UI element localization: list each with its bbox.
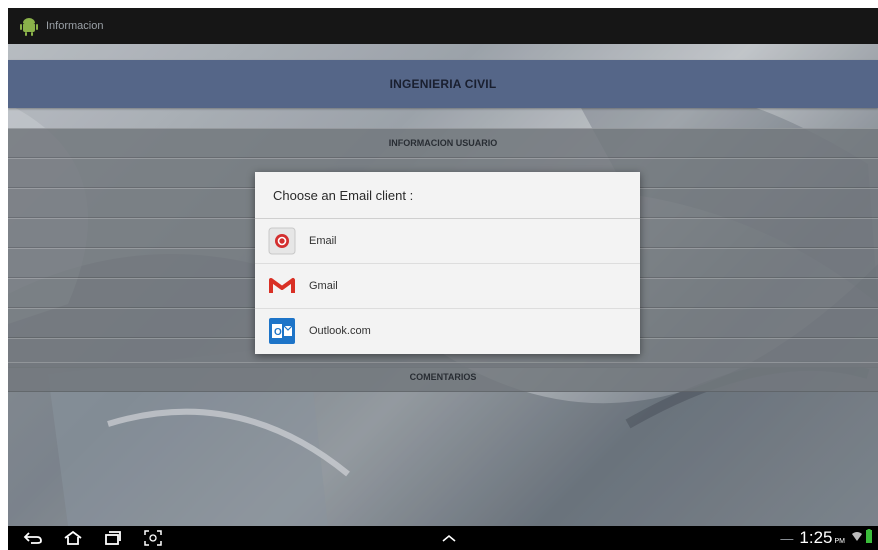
screenshot-icon[interactable] bbox=[138, 526, 168, 550]
system-navigation-bar: — 1:25 PM bbox=[8, 526, 878, 550]
android-icon[interactable] bbox=[18, 15, 40, 37]
svg-text:O: O bbox=[274, 327, 282, 338]
outlook-icon: O bbox=[267, 316, 297, 346]
option-label: Outlook.com bbox=[309, 325, 371, 337]
back-icon[interactable] bbox=[18, 526, 48, 550]
app-title: Informacion bbox=[46, 20, 104, 32]
email-client-chooser-dialog: Choose an Email client : Email Gmail O O… bbox=[255, 172, 640, 354]
option-email[interactable]: Email bbox=[255, 219, 640, 264]
dialog-title: Choose an Email client : bbox=[255, 172, 640, 219]
email-icon bbox=[267, 226, 297, 256]
status-area[interactable]: — 1:25 PM bbox=[780, 526, 872, 550]
clock-time: 1:25 bbox=[799, 528, 833, 547]
dash-indicator-icon: — bbox=[780, 530, 794, 546]
home-icon[interactable] bbox=[58, 526, 88, 550]
option-label: Email bbox=[309, 235, 337, 247]
option-gmail[interactable]: Gmail bbox=[255, 264, 640, 309]
chevron-up-icon[interactable] bbox=[434, 526, 464, 550]
gmail-icon bbox=[267, 271, 297, 301]
recent-apps-icon[interactable] bbox=[98, 526, 128, 550]
clock-ampm: PM bbox=[834, 537, 846, 545]
option-label: Gmail bbox=[309, 280, 338, 292]
tablet-screen: Informacion INGENIERIA CIVIL INFORMACION… bbox=[8, 8, 878, 550]
wifi-icon bbox=[851, 529, 863, 547]
battery-icon bbox=[866, 528, 872, 548]
action-bar: Informacion bbox=[8, 8, 878, 44]
option-outlook[interactable]: O Outlook.com bbox=[255, 309, 640, 353]
